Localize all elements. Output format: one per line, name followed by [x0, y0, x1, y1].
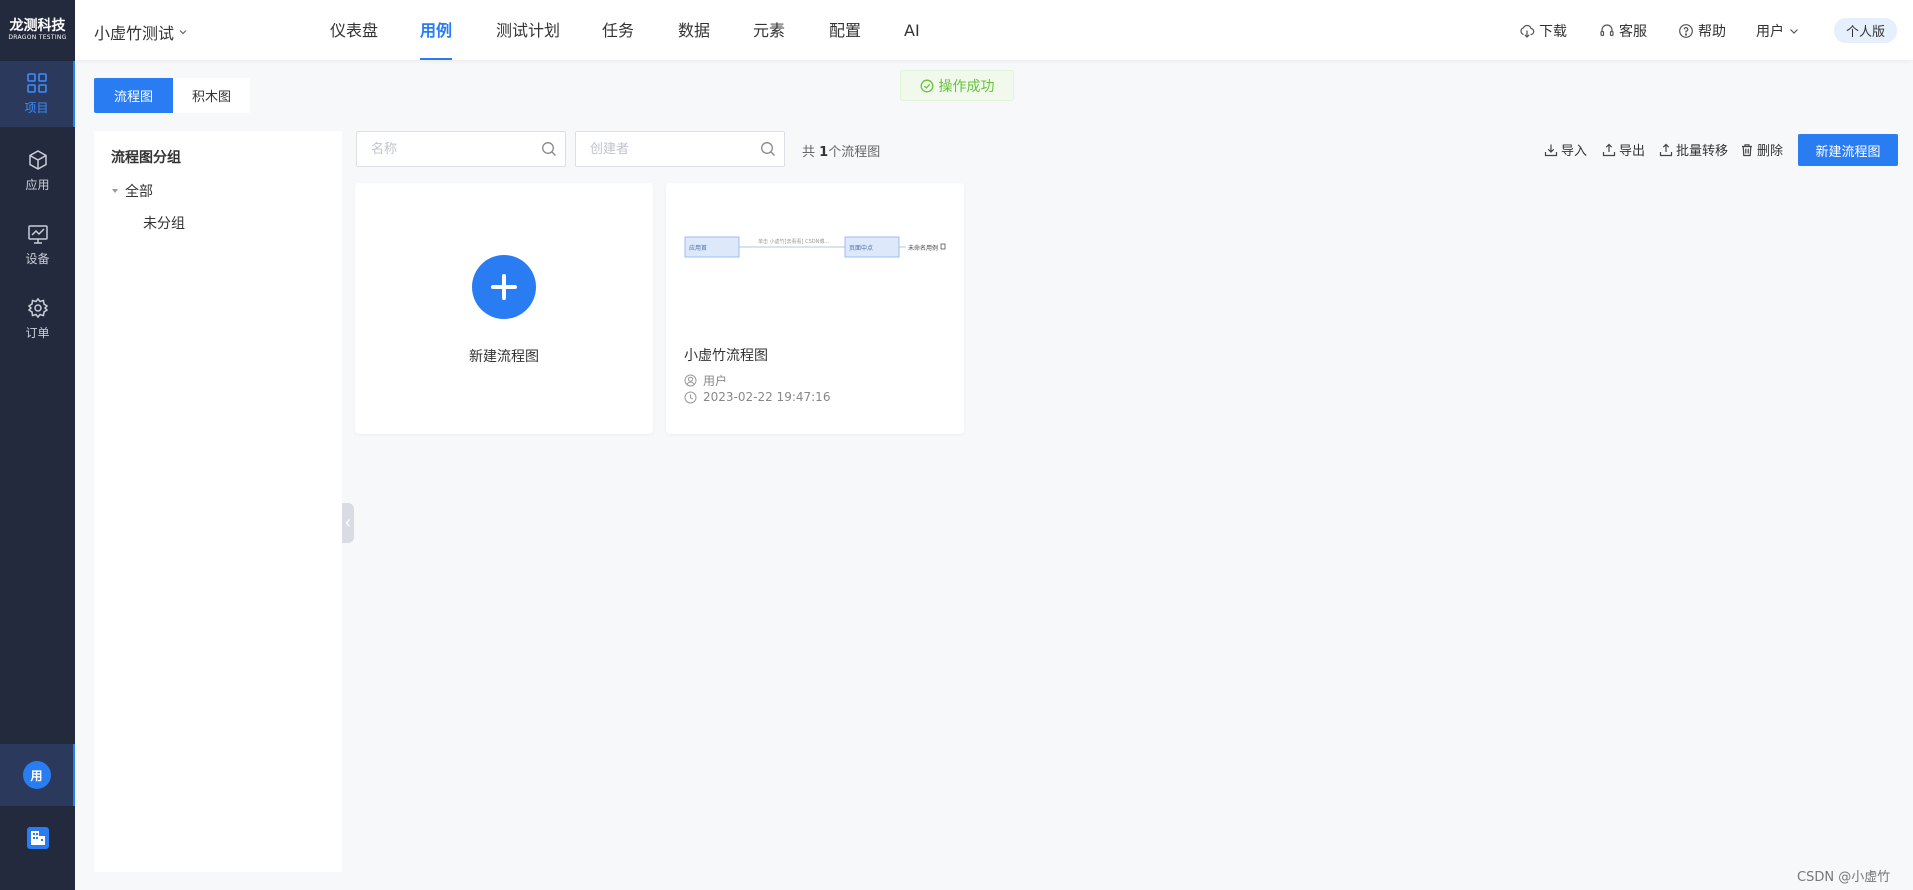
export-label: 导出 [1619, 144, 1646, 159]
sidebar-item-label: 订单 [25, 326, 50, 340]
sidebar-item-label: 应用 [25, 178, 50, 192]
sidebar-item-label: 项目 [24, 101, 49, 115]
new-flow-label: 新建流程图 [469, 349, 539, 365]
sidebar-item-order[interactable]: 订单 [0, 286, 75, 352]
count-suffix: 个流程图 [828, 145, 881, 160]
tab-config[interactable]: 配置 [829, 0, 861, 60]
flow-creator: 用户 [684, 372, 727, 389]
grid-icon [26, 72, 48, 99]
import-button[interactable]: 导入 [1544, 140, 1587, 159]
download-label: 下载 [1539, 24, 1567, 40]
tree-node-ungrouped[interactable]: 未分组 [143, 213, 185, 233]
caret-down-icon [111, 187, 119, 195]
help-icon [1678, 23, 1694, 39]
gear-icon [27, 297, 49, 324]
flow-name[interactable]: 小虚竹流程图 [684, 345, 768, 365]
tab-dashboard[interactable]: 仪表盘 [330, 0, 378, 60]
flow-card[interactable]: 应用首 单击 小虚竹[去看看] CSDN博... 页面中点 未命名用例 小虚竹流… [666, 183, 964, 434]
sidebar-item-project[interactable]: 项目 [0, 61, 75, 127]
cube-icon [27, 149, 49, 176]
help-link[interactable]: 帮助 [1678, 21, 1726, 41]
left-sidebar: 龙测科技 DRAGON TESTING 项目 应用 设备 订单 用 [0, 0, 75, 890]
name-search [356, 131, 566, 167]
batch-move-label: 批量转移 [1676, 144, 1729, 159]
headset-icon [1599, 23, 1615, 39]
batch-move-button[interactable]: 批量转移 [1659, 140, 1728, 159]
created-time: 2023-02-22 19:47:16 [703, 390, 831, 404]
creator-search [575, 131, 785, 167]
tab-flowchart[interactable]: 流程图 [94, 78, 173, 113]
service-label: 客服 [1619, 24, 1647, 40]
import-label: 导入 [1561, 144, 1588, 159]
top-header: 小虚竹测试 仪表盘 用例 测试计划 任务 数据 元素 配置 AI 下载 客服 帮… [75, 0, 1913, 60]
import-icon [1544, 143, 1558, 157]
count-value: 1 [819, 145, 829, 160]
user-avatar-button[interactable]: 用 [0, 744, 75, 806]
watermark: CSDN @小虚竹 [1797, 870, 1891, 885]
delete-label: 删除 [1757, 144, 1784, 159]
trash-icon [1740, 143, 1754, 157]
name-search-input[interactable] [357, 132, 565, 166]
monitor-icon [27, 223, 49, 250]
tab-test-plan[interactable]: 测试计划 [496, 0, 560, 60]
new-flow-button[interactable]: 新建流程图 [1798, 134, 1898, 166]
tab-blocks[interactable]: 积木图 [173, 78, 250, 113]
logo-title: 龙测科技 [9, 18, 66, 34]
tab-tasks[interactable]: 任务 [602, 0, 634, 60]
flow-time: 2023-02-22 19:47:16 [684, 390, 830, 404]
delete-button[interactable]: 删除 [1740, 140, 1783, 159]
chevron-down-icon [1788, 25, 1800, 37]
download-link[interactable]: 下载 [1519, 21, 1567, 41]
plus-icon [472, 255, 536, 319]
toast-text: 操作成功 [938, 78, 995, 95]
success-toast: 操作成功 [900, 70, 1014, 101]
avatar: 用 [22, 761, 51, 789]
chevron-left-icon [344, 518, 352, 528]
clock-icon [684, 391, 697, 404]
group-panel: 流程图分组 全部 未分组 [94, 131, 342, 872]
tree-node-all[interactable]: 全部 [111, 181, 153, 201]
thumb-node-start: 应用首 [689, 244, 707, 252]
thumb-edge-label: 单击 小虚竹[去看看] CSDN博... [758, 238, 830, 245]
tab-ai[interactable]: AI [904, 0, 920, 60]
project-name: 小虚竹测试 [94, 24, 175, 43]
user-icon [684, 374, 697, 387]
sidebar-item-label: 设备 [25, 252, 50, 266]
tab-elements[interactable]: 元素 [753, 0, 785, 60]
flow-count: 共 1个流程图 [802, 141, 880, 160]
upload-icon [1659, 143, 1673, 157]
tree-node-label: 全部 [125, 184, 153, 200]
search-icon[interactable] [760, 141, 776, 157]
thumb-node-middle: 页面中点 [849, 244, 873, 252]
cloud-download-icon [1519, 23, 1535, 39]
edition-badge[interactable]: 个人版 [1834, 18, 1897, 43]
export-icon [1602, 143, 1616, 157]
organization-button[interactable] [0, 810, 75, 866]
building-icon [26, 826, 50, 850]
sidebar-item-app[interactable]: 应用 [0, 138, 75, 204]
collapse-panel-handle[interactable] [342, 503, 354, 543]
new-flow-card[interactable]: 新建流程图 [355, 183, 653, 434]
user-menu[interactable]: 用户 [1756, 21, 1800, 41]
check-circle-icon [920, 79, 934, 93]
export-button[interactable]: 导出 [1602, 140, 1645, 159]
tab-data[interactable]: 数据 [678, 0, 710, 60]
creator-name: 用户 [703, 374, 728, 388]
group-panel-title: 流程图分组 [111, 150, 181, 166]
tab-cases[interactable]: 用例 [420, 0, 453, 60]
project-selector[interactable]: 小虚竹测试 [94, 20, 188, 44]
customer-service-link[interactable]: 客服 [1599, 21, 1647, 41]
creator-search-input[interactable] [576, 132, 784, 166]
sidebar-item-device[interactable]: 设备 [0, 212, 75, 278]
count-prefix: 共 [802, 145, 820, 160]
logo[interactable]: 龙测科技 DRAGON TESTING [0, 0, 75, 60]
logo-subtitle: DRAGON TESTING [8, 34, 67, 41]
user-label: 用户 [1756, 24, 1784, 40]
chevron-down-icon [178, 27, 188, 37]
thumb-node-end: 未命名用例 [908, 244, 938, 252]
help-label: 帮助 [1698, 24, 1726, 40]
search-icon[interactable] [541, 141, 557, 157]
flow-thumbnail: 应用首 单击 小虚竹[去看看] CSDN博... 页面中点 未命名用例 [684, 231, 946, 261]
